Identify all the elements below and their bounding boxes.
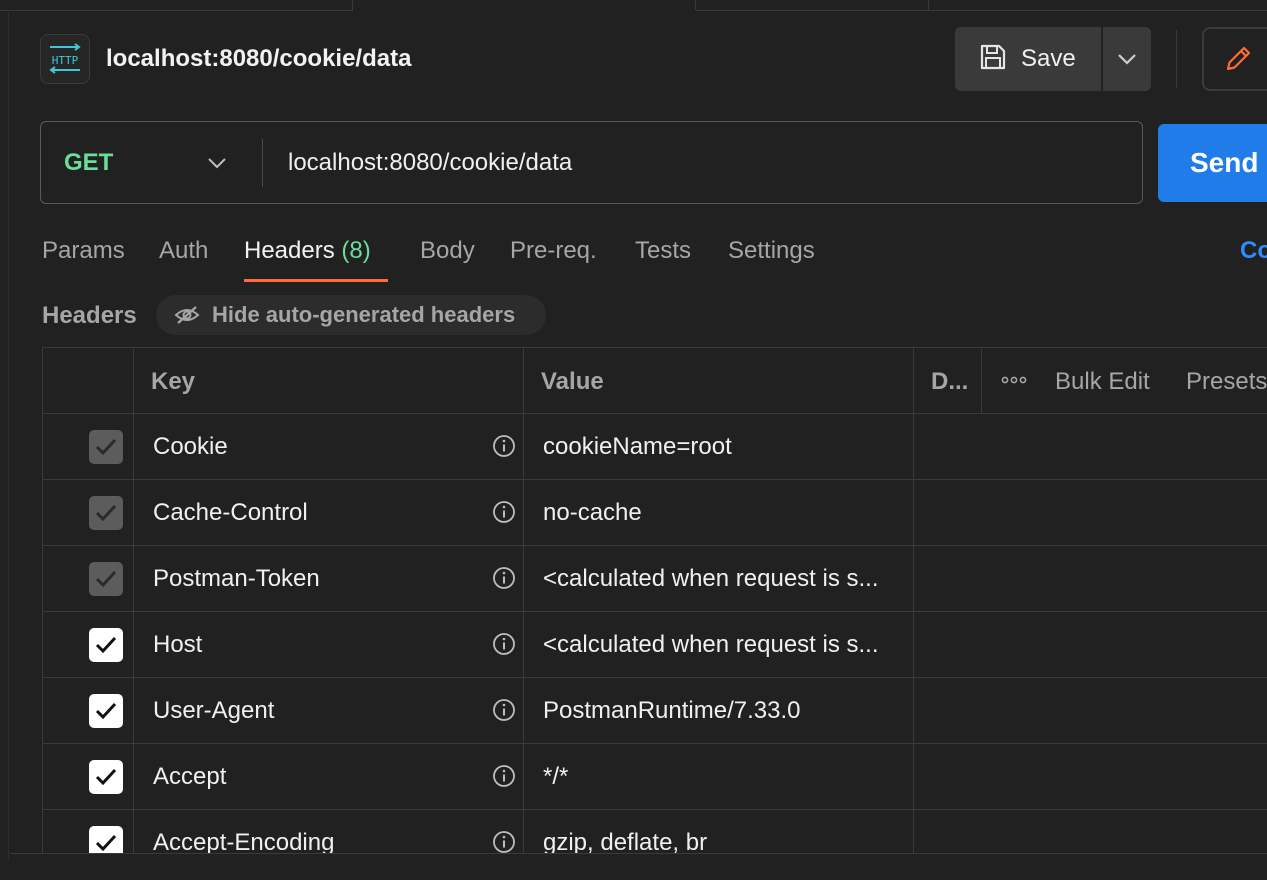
check-icon bbox=[95, 570, 117, 588]
more-options-icon[interactable] bbox=[1001, 372, 1027, 393]
info-icon[interactable] bbox=[492, 764, 516, 793]
headers-table: Key Value D... Bulk Edit Presets Cookie c… bbox=[42, 347, 1267, 876]
eye-off-icon bbox=[174, 306, 200, 324]
check-icon bbox=[95, 834, 117, 852]
active-tab-indicator bbox=[244, 279, 388, 282]
request-tab[interactable] bbox=[929, 0, 1267, 11]
request-tab[interactable] bbox=[696, 0, 929, 11]
column-description: D... bbox=[931, 368, 969, 395]
save-icon bbox=[979, 43, 1007, 76]
check-icon bbox=[95, 504, 117, 522]
table-row: User-Agent PostmanRuntime/7.33.0 bbox=[43, 678, 1267, 744]
header-key[interactable]: Cache-Control bbox=[153, 498, 308, 528]
row-checkbox[interactable] bbox=[89, 562, 123, 596]
info-icon[interactable] bbox=[492, 434, 516, 463]
chevron-down-icon bbox=[1118, 54, 1136, 65]
chevron-down-icon[interactable] bbox=[206, 152, 228, 179]
request-title[interactable]: localhost:8080/cookie/data bbox=[106, 44, 411, 74]
request-tab[interactable] bbox=[0, 0, 353, 11]
header-value[interactable]: cookieName=root bbox=[543, 432, 905, 462]
tab-params[interactable]: Params bbox=[42, 236, 125, 266]
sidebar-divider bbox=[8, 10, 9, 860]
save-label: Save bbox=[1021, 45, 1076, 72]
table-header-row: Key Value D... Bulk Edit Presets bbox=[43, 348, 1267, 414]
header-key[interactable]: Host bbox=[153, 630, 202, 660]
status-bar bbox=[10, 853, 1267, 880]
tab-body[interactable]: Body bbox=[420, 236, 475, 266]
row-checkbox[interactable] bbox=[89, 430, 123, 464]
table-row: Postman-Token <calculated when request is… bbox=[43, 546, 1267, 612]
toolbar-divider bbox=[1176, 30, 1177, 88]
table-row: Cookie cookieName=root bbox=[43, 414, 1267, 480]
header-key[interactable]: Postman-Token bbox=[153, 564, 320, 594]
url-input[interactable]: localhost:8080/cookie/data bbox=[288, 148, 572, 178]
row-checkbox[interactable] bbox=[89, 760, 123, 794]
url-divider bbox=[262, 139, 263, 187]
tab-headers[interactable]: Headers (8) bbox=[244, 236, 371, 266]
check-icon bbox=[95, 702, 117, 720]
http-request-icon: HTTP bbox=[40, 34, 90, 84]
info-icon[interactable] bbox=[492, 698, 516, 727]
headers-section-label: Headers bbox=[42, 302, 137, 329]
tab-headers-count: (8) bbox=[341, 237, 371, 264]
header-value[interactable]: no-cache bbox=[543, 498, 905, 528]
header-value[interactable]: */* bbox=[543, 762, 905, 792]
save-options-dropdown[interactable] bbox=[1103, 27, 1151, 91]
hide-auto-generated-label: Hide auto-generated headers bbox=[212, 302, 516, 327]
method-selector[interactable]: GET bbox=[64, 148, 113, 178]
request-tab-active[interactable] bbox=[353, 0, 696, 10]
column-value: Value bbox=[541, 368, 604, 395]
header-key[interactable]: Cookie bbox=[153, 432, 228, 462]
svg-text:HTTP: HTTP bbox=[52, 54, 79, 67]
table-row: Cache-Control no-cache bbox=[43, 480, 1267, 546]
save-button[interactable]: Save bbox=[955, 27, 1101, 91]
check-icon bbox=[95, 768, 117, 786]
pencil-icon bbox=[1226, 46, 1251, 71]
header-key[interactable]: Accept bbox=[153, 762, 226, 792]
table-row: Accept */* bbox=[43, 744, 1267, 810]
tab-tests[interactable]: Tests bbox=[635, 236, 691, 266]
header-value[interactable]: <calculated when request is s... bbox=[543, 630, 905, 660]
tab-headers-label: Headers bbox=[244, 237, 335, 264]
info-icon[interactable] bbox=[492, 632, 516, 661]
tab-auth[interactable]: Auth bbox=[159, 236, 208, 266]
tab-pre-request[interactable]: Pre-req. bbox=[510, 236, 597, 266]
header-value[interactable]: PostmanRuntime/7.33.0 bbox=[543, 696, 905, 726]
info-icon[interactable] bbox=[492, 566, 516, 595]
row-checkbox[interactable] bbox=[89, 694, 123, 728]
header-value[interactable]: <calculated when request is s... bbox=[543, 564, 905, 594]
bulk-edit-button[interactable]: Bulk Edit bbox=[1055, 367, 1150, 397]
info-icon[interactable] bbox=[492, 500, 516, 529]
edit-button[interactable] bbox=[1202, 27, 1267, 91]
check-icon bbox=[95, 438, 117, 456]
tab-strip bbox=[0, 0, 1267, 11]
send-button[interactable]: Send bbox=[1158, 124, 1267, 202]
header-key[interactable]: User-Agent bbox=[153, 696, 274, 726]
hide-auto-generated-headers-button[interactable]: Hide auto-generated headers bbox=[156, 295, 546, 335]
tab-settings[interactable]: Settings bbox=[728, 236, 815, 266]
check-icon bbox=[95, 636, 117, 654]
row-checkbox[interactable] bbox=[89, 628, 123, 662]
row-checkbox[interactable] bbox=[89, 496, 123, 530]
cookies-link[interactable]: Co bbox=[1240, 236, 1267, 266]
presets-button[interactable]: Presets bbox=[1186, 367, 1267, 397]
column-key: Key bbox=[151, 368, 196, 395]
table-row: Host <calculated when request is s... bbox=[43, 612, 1267, 678]
